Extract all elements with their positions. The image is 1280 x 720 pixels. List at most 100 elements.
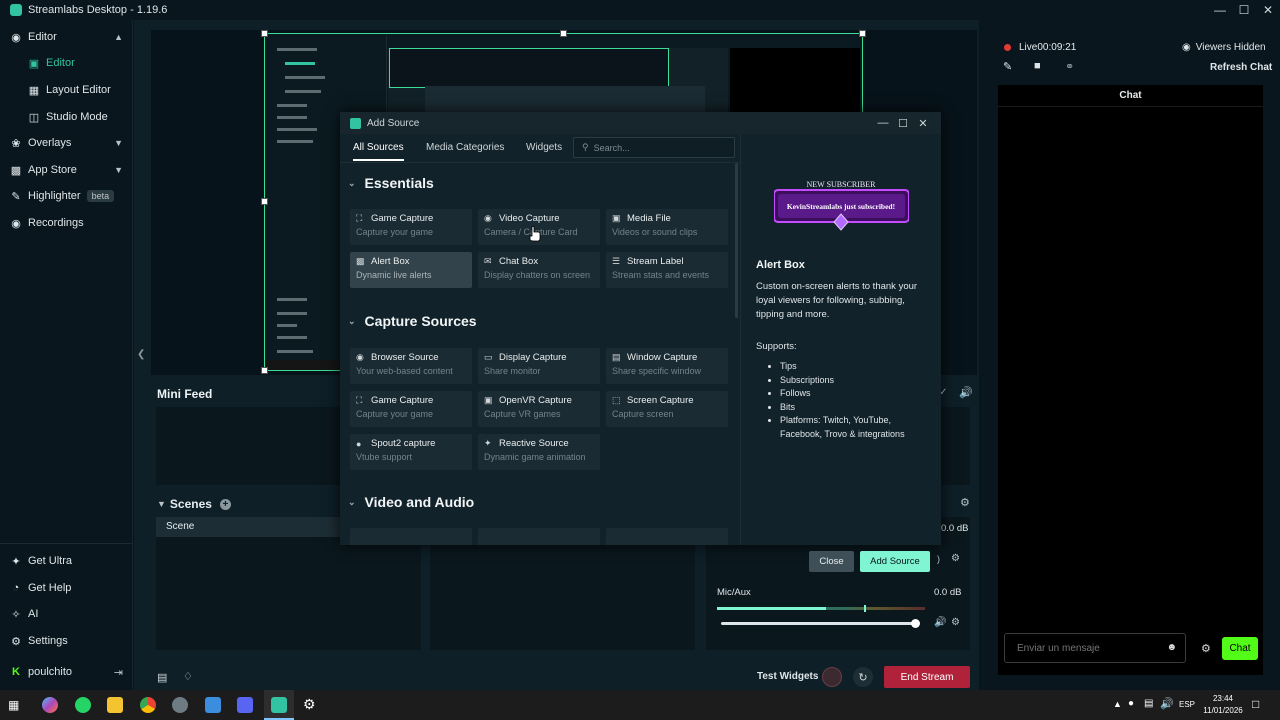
sidebar-item-editor-group[interactable]: ◉ Editor ▲ [0, 24, 133, 50]
resize-handle[interactable] [261, 367, 268, 374]
file-explorer-icon[interactable] [107, 697, 123, 713]
discord-icon[interactable] [237, 697, 253, 713]
share-icon[interactable]: ⚭ [1065, 60, 1074, 73]
source-card-screen-capture[interactable]: ⬚ Screen Capture Capture screen [606, 391, 728, 427]
sidebar-item-user[interactable]: K poulchito ⇥ [0, 659, 133, 685]
chevron-up-icon[interactable]: ▲ [1113, 699, 1122, 709]
sidebar-item-highlighter[interactable]: ✎ Highlighter beta [0, 183, 133, 209]
search-box[interactable]: ⚲ [573, 137, 735, 158]
refresh-chat-button[interactable]: Refresh Chat [1210, 62, 1272, 73]
source-card-partial[interactable] [350, 528, 472, 545]
close-icon[interactable]: ✕ [913, 112, 933, 134]
rec-button[interactable] [822, 667, 842, 687]
bell-icon[interactable]: ♢ [183, 670, 193, 683]
source-card-game-capture-2[interactable]: ⛶ Game Capture Capture your game [350, 391, 472, 427]
logout-icon[interactable]: ⇥ [114, 666, 123, 679]
clock-date[interactable]: 11/01/2026 [1200, 706, 1246, 715]
source-card-chat-box[interactable]: ✉ Chat Box Display chatters on screen [478, 252, 600, 288]
mic-peak-marker [864, 605, 866, 612]
scene-item[interactable]: Scene [156, 517, 340, 537]
chat-settings-gear-icon[interactable]: ⚙ [1201, 642, 1211, 655]
volume-icon[interactable]: 🔊 [1160, 697, 1174, 710]
mic-volume-slider-thumb[interactable] [911, 619, 920, 628]
add-scene-icon[interactable]: + [219, 498, 231, 510]
steam-icon[interactable] [172, 697, 188, 713]
end-stream-button[interactable]: End Stream [884, 666, 970, 688]
maximize-icon[interactable]: ☐ [893, 112, 913, 134]
tab-media-categories[interactable]: Media Categories [426, 142, 504, 153]
clock-time[interactable]: 23:44 [1205, 694, 1241, 703]
close-icon[interactable]: ✕ [1256, 0, 1280, 20]
camera-icon[interactable]: ■ [1034, 60, 1041, 72]
mic-volume-slider[interactable] [721, 622, 915, 625]
sidebar-item-ai[interactable]: ✧ AI [0, 601, 133, 627]
close-button[interactable]: Close [809, 551, 854, 572]
sidebar-item-studio-mode[interactable]: ◫ Studio Mode [0, 104, 133, 130]
chat-input[interactable] [1017, 642, 1157, 654]
gear-icon[interactable]: ⚙ [951, 553, 960, 564]
sidebar-item-app-store[interactable]: ▩ App Store ▼ [0, 157, 133, 183]
pencil-icon[interactable]: ✎ [1003, 60, 1012, 73]
sidebar-item-recordings[interactable]: ◉ Recordings [0, 210, 133, 236]
sidebar-item-get-ultra[interactable]: ✦ Get Ultra [0, 548, 133, 574]
tab-widgets[interactable]: Widgets [526, 142, 562, 153]
sidebar-item-get-help[interactable]: ◔ Get Help [0, 575, 133, 601]
network-icon[interactable]: ▤ [1144, 698, 1153, 709]
settings-gear-icon[interactable]: ⚙ [303, 696, 316, 713]
source-card-window-capture[interactable]: ▤ Window Capture Share specific window [606, 348, 728, 384]
speaker-icon[interactable]: 🔊 [934, 617, 946, 628]
source-card-partial[interactable] [606, 528, 728, 545]
resize-handle[interactable] [261, 198, 268, 205]
sidebar-item-layout-editor[interactable]: ▦ Layout Editor [0, 77, 133, 103]
list-scrollbar[interactable] [735, 163, 738, 318]
source-card-browser-source[interactable]: ◉ Browser Source Your web-based content [350, 348, 472, 384]
section-essentials[interactable]: ⌄ Essentials [348, 175, 434, 191]
chat-send-button[interactable]: Chat [1222, 637, 1258, 660]
source-card-media-file[interactable]: ▣ Media File Videos or sound clips [606, 209, 728, 245]
source-card-stream-label[interactable]: ☰ Stream Label Stream stats and events [606, 252, 728, 288]
copilot-icon[interactable] [42, 697, 58, 713]
search-input[interactable] [593, 142, 724, 153]
resize-handle[interactable] [560, 30, 567, 37]
windows-start-icon[interactable]: ▦ [8, 698, 19, 712]
notification-icon[interactable]: □ [1252, 697, 1259, 711]
add-source-button[interactable]: Add Source [860, 551, 930, 572]
tab-all-sources[interactable]: All Sources [353, 142, 404, 161]
live-dot-icon [1004, 44, 1011, 51]
section-video-and-audio[interactable]: ⌄ Video and Audio [348, 494, 474, 510]
whatsapp-icon[interactable] [75, 697, 91, 713]
resize-handle[interactable] [859, 30, 866, 37]
emoji-icon[interactable]: ☻ [1166, 642, 1177, 653]
stats-icon[interactable]: ▤ [157, 671, 167, 684]
mixer-settings-gear-icon[interactable]: ⚙ [960, 496, 970, 509]
source-card-reactive-source[interactable]: ✦ Reactive Source Dynamic game animation [478, 434, 600, 470]
chevron-down-icon[interactable]: ▼ [157, 499, 166, 509]
speaker-icon[interactable]: ) [937, 554, 940, 564]
minimize-icon[interactable]: — [873, 112, 893, 134]
source-card-display-capture[interactable]: ▭ Display Capture Share monitor [478, 348, 600, 384]
language-indicator[interactable]: ESP [1179, 700, 1195, 709]
chrome-icon[interactable] [140, 697, 156, 713]
viewers-toggle[interactable]: ◉ Viewers Hidden [1182, 42, 1266, 53]
section-capture-sources[interactable]: ⌄ Capture Sources [348, 313, 477, 329]
speaker-icon[interactable]: 🔊 [959, 386, 973, 399]
replay-buffer-icon[interactable]: ↻ [853, 667, 873, 687]
chat-input-wrap[interactable]: ☻ [1004, 633, 1186, 663]
remote-desktop-icon[interactable] [205, 697, 221, 713]
sidebar-item-overlays[interactable]: ❀ Overlays ▼ [0, 130, 133, 156]
collapse-left-icon[interactable]: ❮ [137, 349, 145, 360]
source-card-partial[interactable] [478, 528, 600, 545]
source-card-spout2-capture[interactable]: ● Spout2 capture Vtube support [350, 434, 472, 470]
sidebar-item-editor[interactable]: ▣ Editor [0, 50, 133, 76]
source-card-alert-box[interactable]: ▩ Alert Box Dynamic live alerts [350, 252, 472, 288]
source-card-game-capture[interactable]: ⛶ Game Capture Capture your game [350, 209, 472, 245]
gear-icon[interactable]: ⚙ [951, 617, 960, 628]
source-list[interactable]: ⌄ Essentials ⛶ Game Capture Capture your … [340, 162, 740, 545]
mic-icon[interactable]: ● [1128, 698, 1134, 709]
source-card-openvr-capture[interactable]: ▣ OpenVR Capture Capture VR games [478, 391, 600, 427]
resize-handle[interactable] [261, 30, 268, 37]
maximize-icon[interactable]: ☐ [1232, 0, 1256, 20]
minimize-icon[interactable]: — [1208, 0, 1232, 20]
streamlabs-icon[interactable] [271, 697, 287, 713]
sidebar-item-settings[interactable]: ⚙ Settings [0, 628, 133, 654]
